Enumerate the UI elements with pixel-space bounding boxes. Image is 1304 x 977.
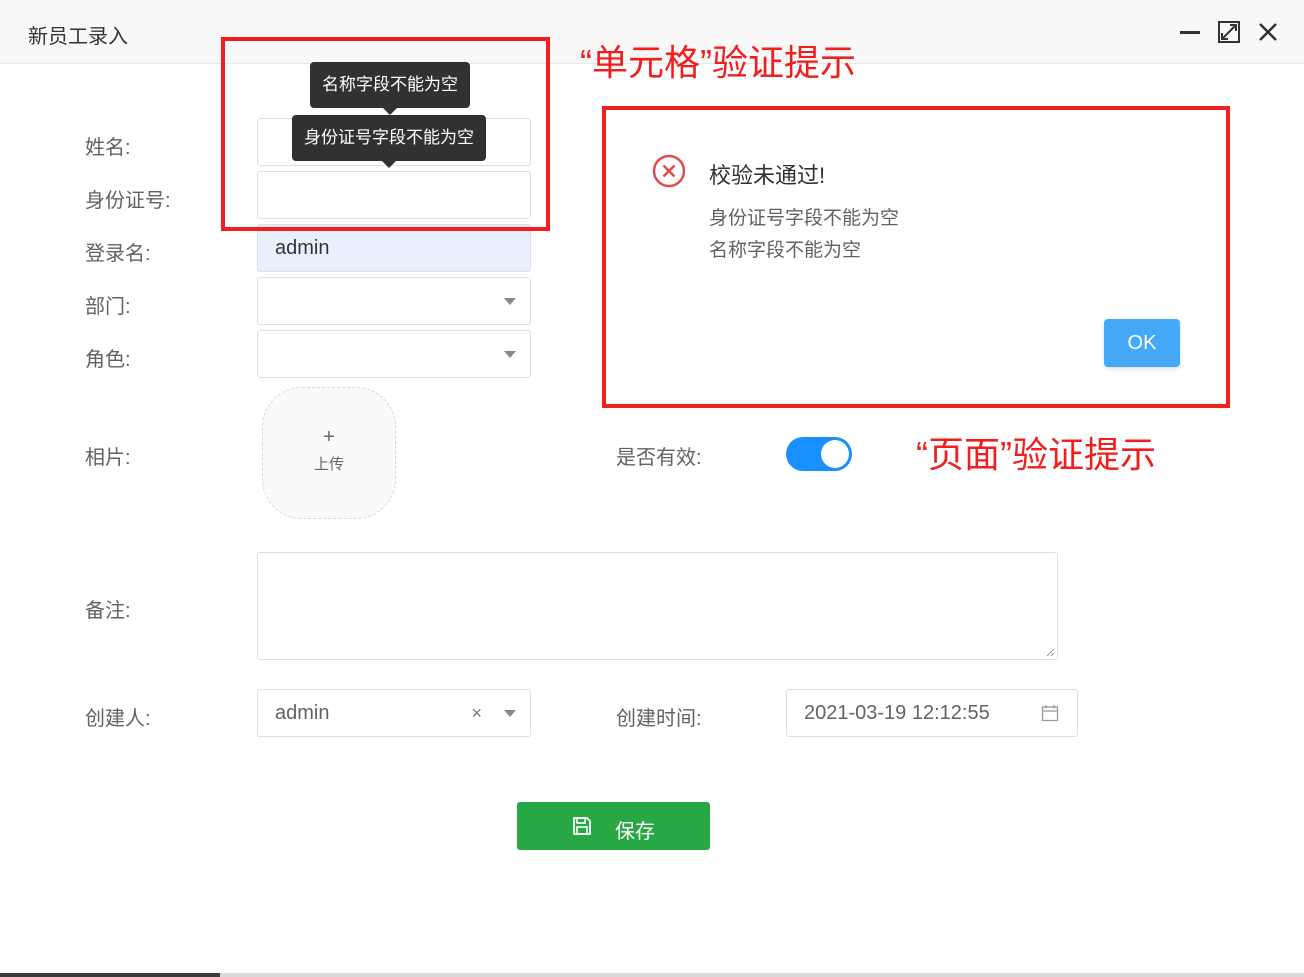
page-validation-highlight bbox=[602, 106, 1230, 408]
maximize-icon[interactable] bbox=[1217, 20, 1241, 44]
dropdown-caret-icon bbox=[504, 710, 516, 717]
window-title: 新员工录入 bbox=[28, 26, 128, 48]
clear-icon[interactable]: × bbox=[471, 690, 482, 736]
cell-validation-annotation: “单元格”验证提示 bbox=[580, 42, 856, 83]
save-icon bbox=[573, 817, 591, 835]
id-number-label: 身份证号: bbox=[85, 190, 171, 212]
upload-text: 上传 bbox=[313, 456, 344, 473]
role-select[interactable] bbox=[257, 330, 531, 378]
active-label: 是否有效: bbox=[616, 447, 702, 469]
creator-select[interactable]: admin × bbox=[257, 689, 531, 737]
created-time-value: 2021-03-19 12:12:55 bbox=[804, 702, 990, 724]
active-switch[interactable] bbox=[786, 437, 852, 471]
plus-icon: + bbox=[323, 426, 335, 448]
calendar-icon[interactable] bbox=[1041, 704, 1059, 722]
page-validation-annotation: “页面”验证提示 bbox=[916, 434, 1156, 475]
creator-label: 创建人: bbox=[85, 708, 151, 730]
save-button[interactable]: 保存 bbox=[517, 802, 710, 850]
resize-handle-icon[interactable] bbox=[1043, 645, 1055, 657]
creator-value: admin bbox=[275, 702, 330, 724]
switch-knob bbox=[821, 440, 849, 468]
created-time-picker[interactable]: 2021-03-19 12:12:55 bbox=[786, 689, 1078, 737]
login-name-label: 登录名: bbox=[85, 243, 151, 265]
minimize-icon[interactable] bbox=[1178, 20, 1202, 44]
dropdown-caret-icon bbox=[504, 351, 516, 358]
close-icon[interactable] bbox=[1256, 20, 1280, 44]
cell-validation-highlight bbox=[221, 37, 550, 231]
remark-textarea[interactable] bbox=[257, 552, 1058, 660]
remark-label: 备注: bbox=[85, 600, 131, 622]
login-name-input[interactable]: admin bbox=[257, 224, 531, 272]
dropdown-caret-icon bbox=[504, 298, 516, 305]
photo-label: 相片: bbox=[85, 447, 131, 469]
created-time-label: 创建时间: bbox=[616, 708, 702, 730]
role-label: 角色: bbox=[85, 349, 131, 371]
name-label: 姓名: bbox=[85, 137, 131, 159]
department-label: 部门: bbox=[85, 296, 131, 318]
department-select[interactable] bbox=[257, 277, 531, 325]
bottom-border-light bbox=[220, 973, 1304, 977]
photo-upload[interactable]: + 上传 bbox=[262, 387, 396, 519]
save-label: 保存 bbox=[615, 821, 655, 843]
